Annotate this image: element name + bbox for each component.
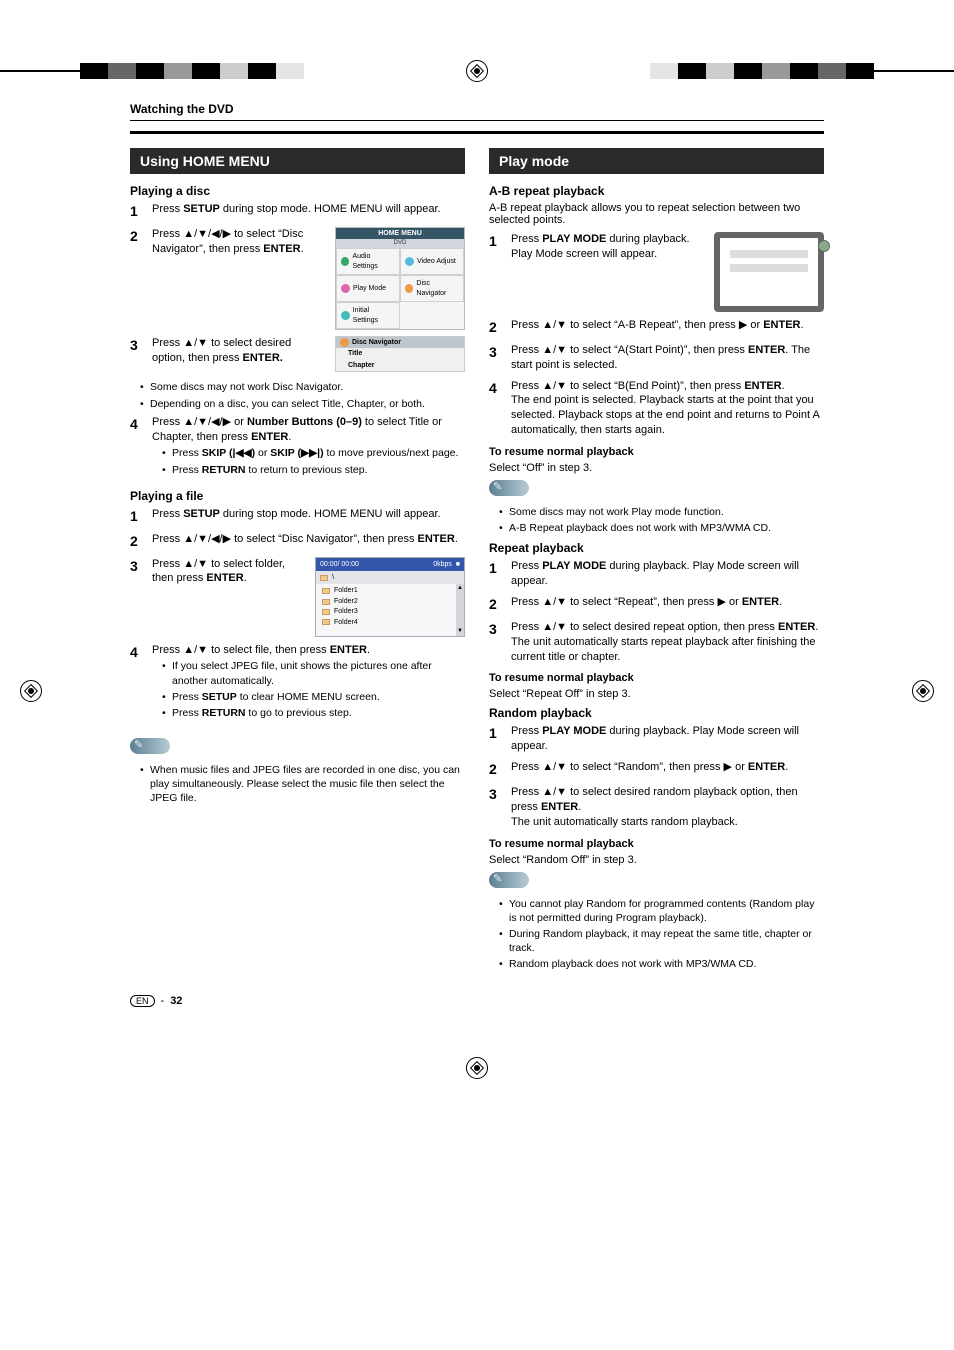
registration-mark-icon [466,1057,488,1079]
bullet: Press RETURN to go to previous step. [162,706,465,720]
step-text: Press PLAY MODE during playback. Play Mo… [511,724,824,754]
heading-ab-repeat: A-B repeat playback [489,184,824,198]
bullet: Press SKIP (|◀◀) or SKIP (▶▶|) to move p… [162,446,465,460]
step-number: 2 [489,760,503,779]
step-number: 2 [130,532,144,551]
heading-resume: To resume normal playback [489,838,824,850]
step-text: Press SETUP during stop mode. HOME MENU … [152,202,465,221]
divider [130,131,824,134]
bullet: Depending on a disc, you can select Titl… [140,397,465,411]
step-number: 3 [489,343,503,373]
step-number: 2 [489,595,503,614]
step-text: Press ▲/▼/◀/▶ or Number Buttons (0–9) to… [152,415,465,445]
step-text: Press ▲/▼ to select “B(End Point)”, then… [511,379,824,394]
panel-using-home-menu: Using HOME MENU [130,148,465,174]
heading-resume: To resume normal playback [489,672,824,684]
bullet: Some discs may not work Disc Navigator. [140,380,465,394]
print-registration-header [0,0,954,102]
step-number: 3 [130,336,144,372]
note-text: A-B Repeat playback does not work with M… [499,521,824,535]
step-number: 2 [130,227,144,330]
step-number: 1 [130,507,144,526]
note-text: When music files and JPEG files are reco… [140,763,465,806]
figure-disc-navigator: Disc Navigator Title Chapter [335,336,465,372]
paragraph: The unit automatically starts random pla… [511,815,824,830]
heading-playing-a-file: Playing a file [130,489,465,503]
panel-play-mode: Play mode [489,148,824,174]
paragraph: The end point is selected. Playback star… [511,393,824,438]
paragraph: Select “Random Off” in step 3. [489,854,824,866]
heading-random: Random playback [489,706,824,720]
paragraph: Select “Repeat Off” in step 3. [489,688,824,700]
language-badge: EN [130,995,155,1007]
step-number: 1 [489,232,503,312]
figure-tv-screen [714,232,824,312]
step-number: 3 [130,557,144,637]
note-icon [489,480,529,496]
note-icon [130,738,170,754]
step-text: Press ▲/▼ to select folder, then press E… [152,557,301,587]
bullet: Press SETUP to clear HOME MENU screen. [162,690,465,704]
page-footer: EN - 32 [130,995,824,1007]
step-number: 1 [489,724,503,754]
step-text: Press ▲/▼ to select file, then press ENT… [152,643,465,658]
bullet: Press RETURN to return to previous step. [162,463,465,477]
step-text: Press ▲/▼/◀/▶ to select “Disc Navigator”… [152,532,465,551]
step-number: 1 [130,202,144,221]
page-number: 32 [170,995,182,1007]
step-number: 4 [489,379,503,438]
step-text: Press ▲/▼ to select “A-B Repeat”, then p… [511,318,824,337]
paragraph: Select “Off” in step 3. [489,462,824,474]
heading-resume: To resume normal playback [489,446,824,458]
note-text: Some discs may not work Play mode functi… [499,505,824,519]
step-text: Press ▲/▼ to select “Repeat”, then press… [511,595,824,614]
step-number: 3 [489,785,503,830]
step-text: Press ▲/▼ to select desired random playb… [511,785,824,815]
figure-home-menu: HOME MENU DVD Audio Settings Video Adjus… [335,227,465,330]
section-title: Watching the DVD [130,102,824,121]
step-text: Press SETUP during stop mode. HOME MENU … [152,507,465,526]
bullet: If you select JPEG file, unit shows the … [162,659,465,687]
step-text: Press ▲/▼ to select “Random”, then press… [511,760,824,779]
step-number: 1 [489,559,503,589]
note-text: You cannot play Random for programmed co… [499,897,824,925]
step-number: 3 [489,620,503,665]
paragraph: The unit automatically starts repeat pla… [511,635,824,665]
heading-repeat: Repeat playback [489,541,824,555]
step-text: Press ▲/▼/◀/▶ to select “Disc Navigator”… [152,227,321,257]
registration-mark-icon [466,60,488,82]
step-number: 4 [130,643,144,725]
left-column: Using HOME MENU Playing a disc 1 Press S… [130,148,465,975]
step-text: Press ▲/▼ to select desired option, then… [152,336,321,366]
note-text: During Random playback, it may repeat th… [499,927,824,955]
step-text: Press ▲/▼ to select desired repeat optio… [511,620,824,635]
step-number: 4 [130,415,144,481]
step-number: 2 [489,318,503,337]
step-text: Press PLAY MODE during playback. Play Mo… [511,559,824,589]
step-text: Press ▲/▼ to select “A(Start Point)”, th… [511,343,824,373]
figure-folder-browser: 00:00/ 00:000kbps ■ \ Folder1 Folder2 Fo… [315,557,465,637]
note-icon [489,872,529,888]
step-text: Press PLAY MODE during playback. Play Mo… [511,232,700,262]
right-column: Play mode A-B repeat playback A-B repeat… [489,148,824,975]
note-text: Random playback does not work with MP3/W… [499,957,824,971]
heading-playing-a-disc: Playing a disc [130,184,465,198]
paragraph: A-B repeat playback allows you to repeat… [489,202,824,226]
